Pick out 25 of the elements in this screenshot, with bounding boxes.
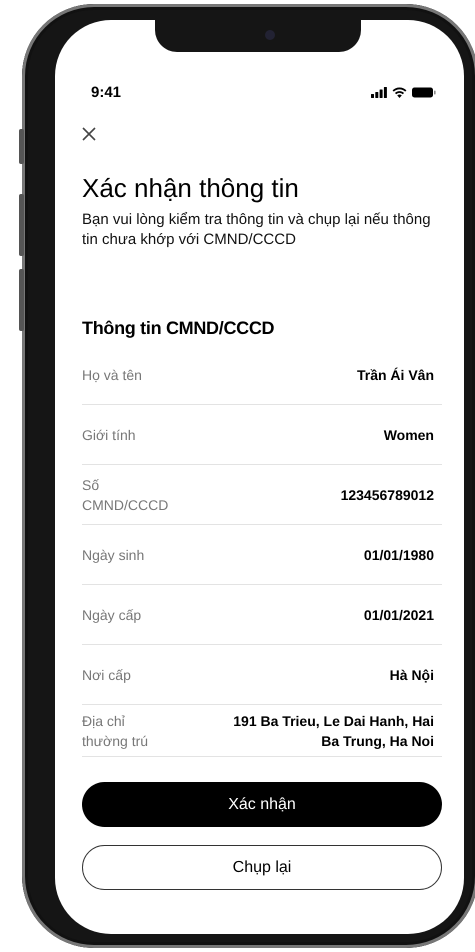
field-label: Nơi cấp [82, 666, 131, 684]
field-label: Họ và tên [82, 366, 142, 384]
page-title: Xác nhận thông tin [82, 173, 300, 204]
retake-button[interactable]: Chụp lại [82, 845, 442, 890]
field-value: 01/01/2021 [364, 606, 435, 624]
close-icon[interactable] [82, 127, 96, 141]
field-label: Ngày sinh [82, 546, 144, 564]
camera-icon [265, 30, 275, 40]
confirm-button[interactable]: Xác nhận [82, 782, 442, 827]
field-value: 191 Ba Trieu, Le Dai Hanh, Hai Ba Trung, Ha Noi [232, 712, 435, 750]
field-value: 123456789012 [340, 486, 435, 504]
field-value: Hà Nội [390, 666, 435, 684]
field-label: Địa chỉ thường trú [82, 712, 150, 750]
signal-icon [371, 86, 387, 98]
status-time: 9:41 [91, 84, 122, 100]
field-label: Ngày cấp [82, 606, 142, 624]
field-label: Giới tính [82, 426, 136, 444]
battery-icon [412, 86, 436, 98]
wifi-icon [392, 86, 407, 98]
section-title: Thông tin CMND/CCCD [82, 318, 276, 339]
field-label: Số CMND/CCCD [82, 476, 170, 514]
field-value: 01/01/1980 [364, 546, 435, 564]
field-value: Trần Ái Vân [356, 366, 435, 384]
field-value: Women [384, 426, 435, 444]
page-subtitle: Bạn vui lòng kiểm tra thông tin và chụp lại nếu thông tin chưa khớp với CMND/CCCD [82, 210, 432, 250]
